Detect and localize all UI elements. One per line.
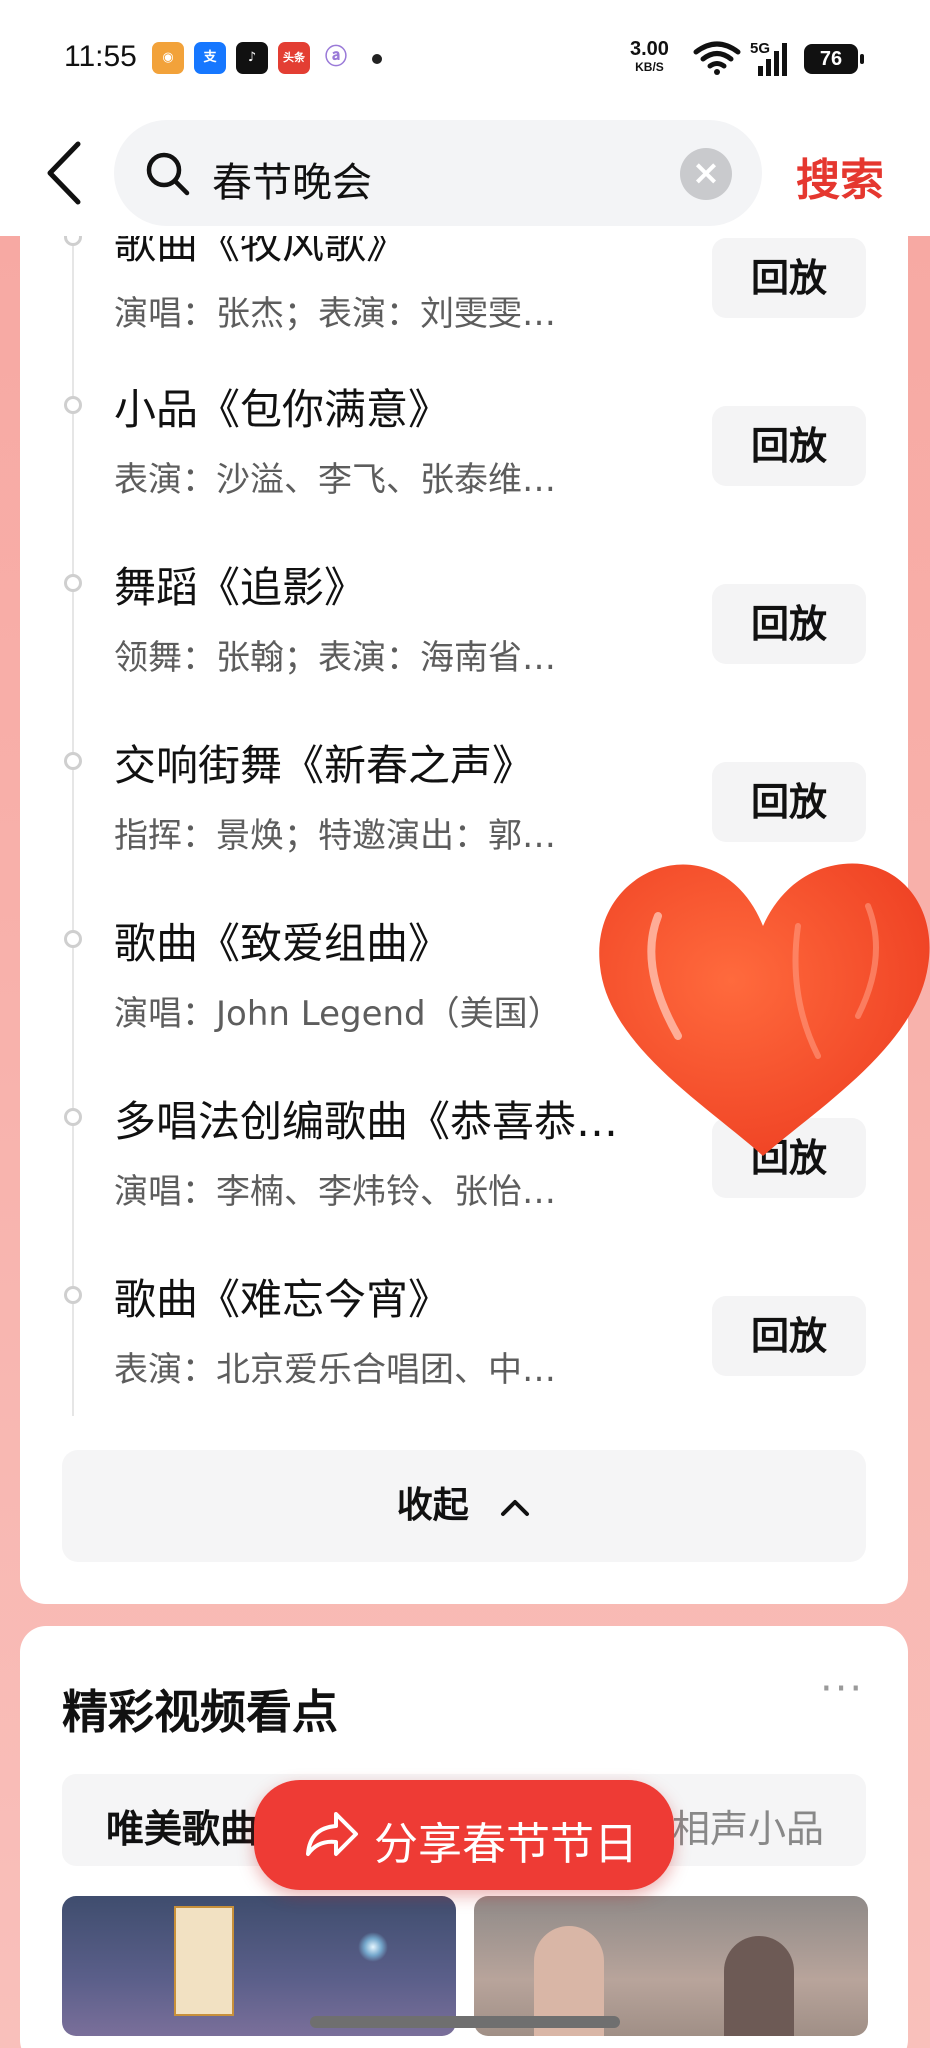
program-title[interactable]: 多唱法创编歌曲《恭喜恭…: [114, 1088, 618, 1149]
timeline-dot-icon: [64, 1108, 82, 1126]
timeline-dot-icon: [64, 574, 82, 592]
search-query-text[interactable]: 春节晚会: [212, 150, 372, 208]
thumbnail-sparkle-image: [358, 1932, 388, 1962]
home-indicator[interactable]: [310, 2016, 620, 2028]
program-item[interactable]: 小品《包你满意》 表演：沙溢、李飞、张泰维… 回放: [20, 352, 908, 522]
program-subtitle: 领舞：张翰；表演：海南省…: [114, 638, 556, 678]
program-title[interactable]: 歌曲《致爱组曲》: [114, 910, 450, 971]
video-thumbnail[interactable]: [62, 1896, 456, 2036]
section-title: 精彩视频看点: [62, 1685, 338, 1739]
toutiao-app-icon: 头条: [278, 42, 310, 74]
program-item[interactable]: 歌曲《难忘今宵》 表演：北京爱乐合唱团、中… 回放: [20, 1242, 908, 1412]
replay-button[interactable]: 回放: [712, 762, 866, 842]
program-title[interactable]: 舞蹈《追影》: [114, 554, 366, 615]
tab-songs[interactable]: 唯美歌曲: [106, 1798, 258, 1853]
tiktok-app-icon: ♪: [236, 42, 268, 74]
thumbnail-performer-image: [724, 1936, 794, 2036]
network-speed-unit: KB/S: [635, 60, 664, 74]
program-title[interactable]: 小品《包你满意》: [114, 376, 450, 437]
timeline-dot-icon: [64, 930, 82, 948]
replay-button[interactable]: 回放: [712, 238, 866, 318]
timeline-dot-icon: [64, 396, 82, 414]
share-festival-button[interactable]: 分享春节节日: [254, 1780, 674, 1890]
program-subtitle: 表演：沙溢、李飞、张泰维…: [114, 460, 556, 500]
thumbnail-poster-image: [174, 1906, 234, 2016]
more-options-icon[interactable]: ···: [820, 1666, 864, 1712]
chevron-up-icon: [501, 1500, 530, 1516]
program-title[interactable]: 歌曲《牧风歌》: [114, 236, 408, 271]
search-submit-button[interactable]: 搜索: [796, 144, 884, 208]
program-subtitle: 指挥：景焕；特邀演出：郭…: [114, 816, 556, 856]
timeline-dot-icon: [64, 236, 82, 246]
replay-button[interactable]: 回放: [712, 584, 866, 664]
scribble-app-icon: ⓐ: [320, 42, 352, 74]
tab-crosstalk[interactable]: 相声小品: [672, 1798, 824, 1853]
video-thumbnail[interactable]: [474, 1896, 868, 2036]
timeline-dot-icon: [64, 1286, 82, 1304]
search-input[interactable]: 春节晚会 ×: [114, 120, 762, 226]
share-icon: [306, 1812, 358, 1856]
program-item[interactable]: 舞蹈《追影》 领舞：张翰；表演：海南省… 回放: [20, 530, 908, 700]
program-subtitle: 表演：北京爱乐合唱团、中…: [114, 1350, 556, 1390]
network-speed: 3.00 KB/S: [630, 38, 669, 76]
network-speed-value: 3.00: [630, 38, 669, 60]
alipay-app-icon: 支: [194, 42, 226, 74]
notification-dot-icon: [372, 54, 382, 64]
program-subtitle: 演唱：张杰；表演：刘雯雯…: [114, 294, 556, 334]
status-bar: 11:55 ◉ 支 ♪ 头条 ⓐ 3.00 KB/S 5G 76: [0, 0, 930, 110]
collapse-button[interactable]: 收起: [62, 1450, 866, 1562]
signal-bars-icon: [758, 43, 787, 76]
program-subtitle: 演唱：李楠、李炜铃、张怡…: [114, 1172, 556, 1212]
collapse-label: 收起: [396, 1485, 469, 1526]
timeline-dot-icon: [64, 752, 82, 770]
program-subtitle: 演唱：John Legend（美国）: [114, 994, 562, 1034]
share-label: 分享春节节日: [374, 1819, 638, 1870]
program-title[interactable]: 歌曲《难忘今宵》: [114, 1266, 450, 1327]
battery-indicator: 76: [804, 44, 864, 74]
search-icon: [146, 152, 190, 196]
status-time: 11:55: [64, 40, 137, 73]
program-title[interactable]: 交响街舞《新春之声》: [114, 732, 534, 793]
clear-search-icon[interactable]: ×: [680, 148, 732, 200]
program-item[interactable]: 歌曲《牧风歌》 演唱：张杰；表演：刘雯雯… 回放: [20, 236, 908, 344]
heart-sticker-icon: [599, 863, 930, 1156]
wifi-icon: [693, 41, 741, 75]
replay-button[interactable]: 回放: [712, 1296, 866, 1376]
weibo-app-icon: ◉: [152, 42, 184, 74]
search-header: 春节晚会 × 搜索: [0, 110, 930, 236]
replay-button[interactable]: 回放: [712, 406, 866, 486]
back-arrow-icon[interactable]: [40, 138, 90, 208]
